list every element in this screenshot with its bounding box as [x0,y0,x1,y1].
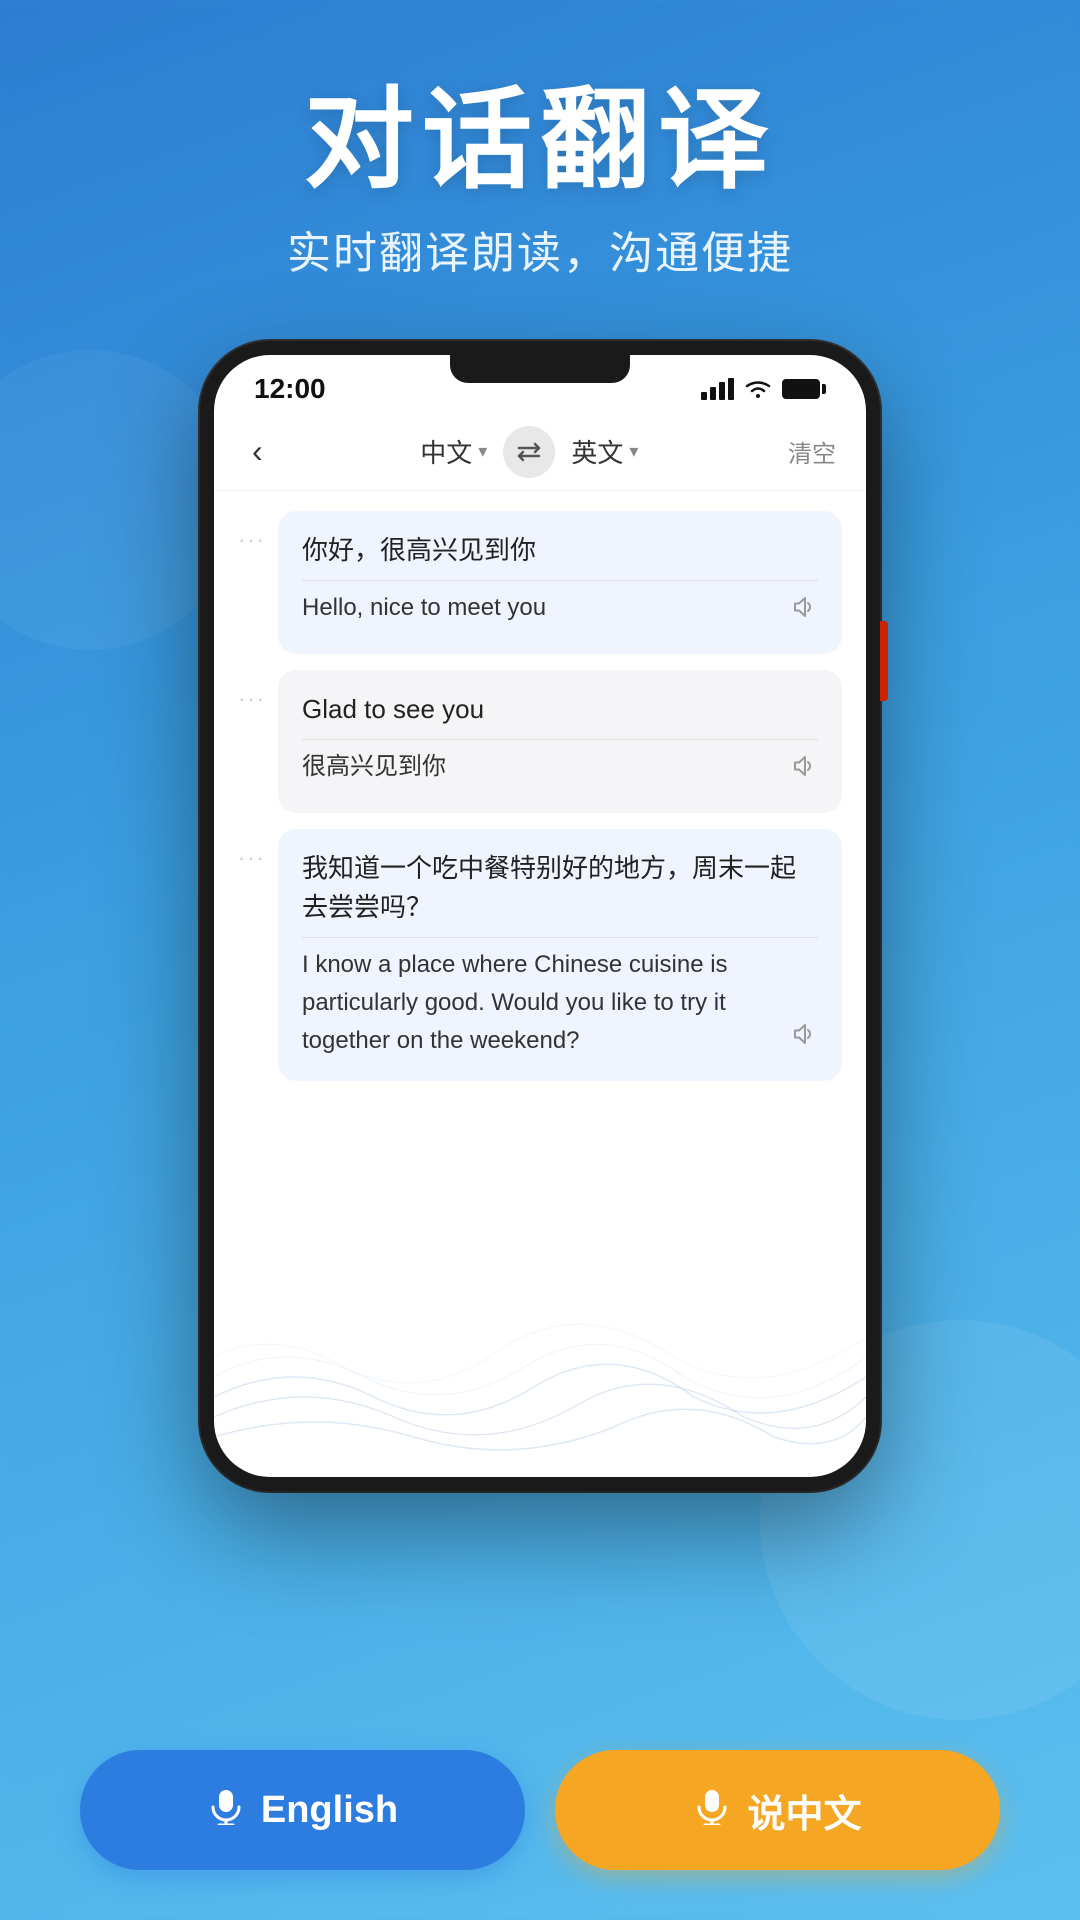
wave-decoration [214,1277,866,1477]
message-row: 我知道一个吃中餐特别好的地方，周末一起去尝尝吗？ I know a place … [238,829,842,1081]
speaker-icon[interactable] [792,1016,818,1061]
swap-icon [515,442,543,462]
msg-options-1[interactable]: ··· [238,511,266,553]
msg-translation-2: 很高兴见到你 [302,748,818,793]
sub-title: 实时翻译朗读，沟通便捷 [0,217,1080,281]
status-time: 12:00 [254,373,326,405]
mic-icon-chinese [693,1787,731,1834]
message-bubble: 你好，很高兴见到你 Hello, nice to meet you [278,511,842,654]
message-bubble: 我知道一个吃中餐特别好的地方，周末一起去尝尝吗？ I know a place … [278,829,842,1081]
msg-original-1: 你好，很高兴见到你 [302,531,818,570]
mic-icon-english [207,1787,245,1834]
speaker-icon[interactable] [792,748,818,793]
lang-left-label: 中文 [420,433,472,470]
msg-translation-1: Hello, nice to meet you [302,589,818,634]
speaker-icon[interactable] [792,589,818,634]
chinese-button-label: 说中文 [747,1783,861,1838]
msg-options-2[interactable]: ··· [238,670,266,712]
battery-icon [782,379,826,399]
signal-icon [701,378,734,400]
clear-button[interactable]: 清空 [788,434,836,469]
english-speak-button[interactable]: English [80,1750,525,1870]
lang-right-selector[interactable]: 英文 ▾ [571,433,638,470]
phone-screen: 12:00 [214,355,866,1477]
nav-bar: ‹ 中文 ▾ 英文 ▾ [214,413,866,491]
message-bubble: Glad to see you 很高兴见到你 [278,670,842,813]
lang-right-arrow: ▾ [629,441,638,462]
chinese-speak-button[interactable]: 说中文 [555,1750,1000,1870]
phone-body: 12:00 [200,341,880,1491]
lang-right-label: 英文 [571,433,623,470]
msg-original-3: 我知道一个吃中餐特别好的地方，周末一起去尝尝吗？ [302,849,818,927]
nav-center: 中文 ▾ 英文 ▾ [271,426,788,478]
back-button[interactable]: ‹ [244,425,271,478]
message-row: 你好，很高兴见到你 Hello, nice to meet you [238,511,842,654]
chat-area: 你好，很高兴见到你 Hello, nice to meet you [214,491,866,1477]
status-icons [701,378,826,400]
phone-mockup: 12:00 [0,341,1080,1491]
main-title: 对话翻译 [0,80,1080,201]
lang-left-arrow: ▾ [478,441,487,462]
header-section: 对话翻译 实时翻译朗读，沟通便捷 [0,0,1080,321]
english-button-label: English [261,1789,398,1832]
msg-translation-3: I know a place where Chinese cuisine is … [302,946,818,1061]
phone-notch [450,355,630,383]
wifi-icon [744,378,772,400]
msg-original-2: Glad to see you [302,690,818,729]
msg-options-3[interactable]: ··· [238,829,266,871]
message-row: ··· Glad to see you 很高兴见到你 [238,670,842,813]
bottom-buttons: English 说中文 [0,1710,1080,1920]
swap-button[interactable] [503,426,555,478]
lang-left-selector[interactable]: 中文 ▾ [420,433,487,470]
